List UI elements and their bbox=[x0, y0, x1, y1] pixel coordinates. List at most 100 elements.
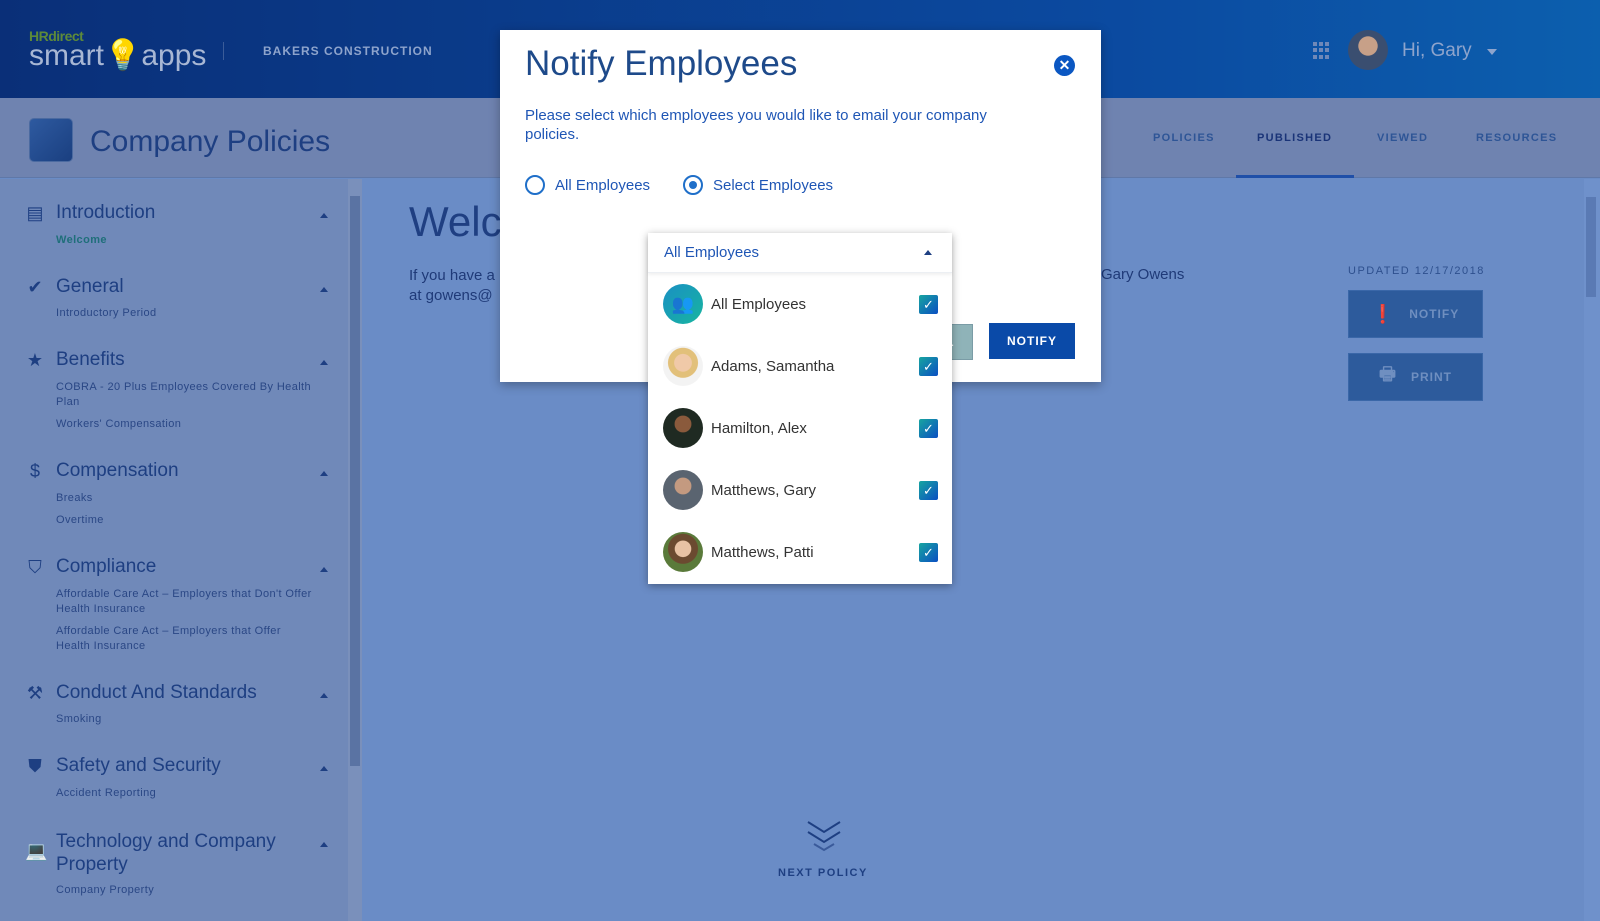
policy-body: If you have a at gowens@ bbox=[409, 266, 495, 306]
group-icon: 👥 bbox=[663, 284, 703, 324]
dropdown-toggle[interactable]: All Employees bbox=[648, 233, 952, 273]
section-title: Conduct And Standards bbox=[56, 682, 257, 703]
employee-avatar bbox=[663, 408, 703, 448]
main-scrollbar-thumb[interactable] bbox=[1586, 197, 1596, 297]
collapse-icon[interactable] bbox=[320, 838, 328, 847]
contact-name: Gary Owens bbox=[1101, 266, 1185, 283]
option-employee[interactable]: Hamilton, Alex ✓ bbox=[648, 397, 952, 459]
option-employee[interactable]: Matthews, Gary ✓ bbox=[648, 459, 952, 521]
logo-smart: smart bbox=[29, 39, 104, 72]
chevron-double-down-icon[interactable] bbox=[806, 820, 842, 856]
notify-side-button[interactable]: ❗ NOTIFY bbox=[1348, 290, 1483, 338]
option-employee[interactable]: Matthews, Patti ✓ bbox=[648, 521, 952, 583]
tab-published[interactable]: PUBLISHED bbox=[1257, 132, 1332, 144]
section-title: Compliance bbox=[56, 556, 157, 577]
policy-line: If you have a bbox=[409, 267, 495, 284]
option-label: Adams, Samantha bbox=[711, 357, 835, 375]
section-title: Compensation bbox=[56, 460, 179, 481]
sidebar-item[interactable]: Accident Reporting bbox=[56, 786, 316, 801]
radio-all-employees[interactable]: All Employees bbox=[525, 175, 650, 195]
employee-avatar bbox=[663, 532, 703, 572]
dollar-icon: $ bbox=[29, 461, 40, 481]
section-title: Safety and Security bbox=[56, 755, 221, 776]
page-title: Company Policies bbox=[90, 125, 331, 158]
notify-label: NOTIFY bbox=[1409, 307, 1460, 321]
radio-label: All Employees bbox=[555, 176, 651, 194]
radio-label: Select Employees bbox=[713, 176, 834, 194]
star-icon: ★ bbox=[26, 350, 44, 370]
checkbox-checked[interactable]: ✓ bbox=[919, 357, 938, 376]
chevron-up-icon[interactable] bbox=[924, 250, 932, 255]
modal-title: Notify Employees bbox=[525, 44, 798, 83]
logo-apps: apps bbox=[141, 39, 207, 72]
sidebar-item[interactable]: Overtime bbox=[56, 513, 316, 528]
next-policy-link[interactable]: NEXT POLICY bbox=[778, 867, 868, 879]
checkbox-checked[interactable]: ✓ bbox=[919, 481, 938, 500]
company-name: BAKERS CONSTRUCTION bbox=[263, 44, 433, 58]
employee-avatar bbox=[663, 346, 703, 386]
sidebar-item[interactable]: Introductory Period bbox=[56, 306, 316, 321]
collapse-icon[interactable] bbox=[320, 762, 328, 771]
chat-icon: ▤ bbox=[26, 203, 44, 223]
notify-button[interactable]: NOTIFY bbox=[989, 323, 1075, 359]
tab-policies[interactable]: POLICIES bbox=[1153, 132, 1215, 144]
section-title: General bbox=[56, 276, 124, 297]
company-policies-app-icon bbox=[29, 118, 73, 162]
print-button[interactable]: 🖶 PRINT bbox=[1348, 353, 1483, 401]
laptop-icon: 💻 bbox=[25, 841, 48, 861]
collapse-icon[interactable] bbox=[320, 563, 328, 572]
user-greeting[interactable]: Hi, Gary bbox=[1402, 40, 1472, 62]
tab-resources[interactable]: RESOURCES bbox=[1476, 132, 1557, 144]
option-label: All Employees bbox=[711, 295, 807, 313]
tab-viewed[interactable]: VIEWED bbox=[1377, 132, 1428, 144]
shield-check-icon: ⛉ bbox=[28, 557, 42, 577]
radio-select-employees[interactable]: Select Employees bbox=[683, 175, 833, 195]
option-label: Hamilton, Alex bbox=[711, 419, 807, 437]
sidebar-scrollbar-thumb[interactable] bbox=[350, 196, 360, 766]
option-label: Matthews, Patti bbox=[711, 543, 814, 561]
collapse-icon[interactable] bbox=[320, 283, 328, 292]
user-avatar[interactable] bbox=[1348, 30, 1388, 70]
sidebar-item[interactable]: Workers' Compensation bbox=[56, 417, 316, 432]
close-icon[interactable]: ✕ bbox=[1054, 55, 1075, 76]
collapse-icon[interactable] bbox=[320, 467, 328, 476]
printer-icon: 🖶 bbox=[1379, 364, 1397, 384]
sidebar-item[interactable]: Smoking bbox=[56, 712, 316, 727]
collapse-icon[interactable] bbox=[320, 356, 328, 365]
sidebar-item[interactable]: Company Property bbox=[56, 883, 316, 898]
print-label: PRINT bbox=[1411, 370, 1452, 384]
shield-icon: ⛊ bbox=[28, 756, 42, 776]
checkbox-checked[interactable]: ✓ bbox=[919, 419, 938, 438]
option-label: Matthews, Gary bbox=[711, 481, 817, 499]
policy-line: at gowens@ bbox=[409, 287, 493, 304]
gavel-icon: ⚒ bbox=[26, 683, 44, 703]
modal-description: Please select which employees you would … bbox=[525, 107, 987, 143]
sidebar-item-welcome[interactable]: Welcome bbox=[56, 233, 316, 248]
collapse-icon[interactable] bbox=[320, 209, 328, 218]
updated-date: UPDATED 12/17/2018 bbox=[1348, 265, 1485, 277]
option-employee[interactable]: Adams, Samantha ✓ bbox=[648, 335, 952, 397]
check-circle-icon: ✔ bbox=[27, 277, 43, 297]
sidebar-item[interactable]: Affordable Care Act – Employers that Don… bbox=[56, 587, 316, 617]
checkbox-checked[interactable]: ✓ bbox=[919, 295, 938, 314]
sidebar-item[interactable]: Affordable Care Act – Employers that Off… bbox=[56, 624, 316, 654]
radio-circle[interactable] bbox=[525, 175, 545, 195]
section-title: Introduction bbox=[56, 202, 156, 223]
section-title: Technology and Company Property bbox=[56, 831, 276, 875]
divider bbox=[223, 42, 224, 60]
sidebar-item[interactable]: COBRA - 20 Plus Employees Covered By Hea… bbox=[56, 380, 316, 410]
active-tab-indicator bbox=[1236, 175, 1354, 178]
collapse-icon[interactable] bbox=[320, 689, 328, 698]
sidebar-item[interactable]: Breaks bbox=[56, 491, 316, 506]
dropdown-selected-value: All Employees bbox=[664, 244, 760, 261]
radio-circle-selected[interactable] bbox=[683, 175, 703, 195]
alert-message-icon: ❗ bbox=[1371, 303, 1396, 324]
apps-grid-icon[interactable] bbox=[1313, 42, 1330, 59]
checkbox-checked[interactable]: ✓ bbox=[919, 543, 938, 562]
hrdirect-smartapps-logo[interactable]: HRdirect smart💡apps bbox=[29, 28, 206, 71]
employee-avatar bbox=[663, 470, 703, 510]
chevron-down-icon[interactable] bbox=[1487, 49, 1497, 60]
option-all-employees[interactable]: 👥 All Employees ✓ bbox=[648, 273, 952, 335]
lightbulb-icon: 💡 bbox=[104, 39, 142, 72]
policy-heading: Welc bbox=[409, 198, 502, 245]
